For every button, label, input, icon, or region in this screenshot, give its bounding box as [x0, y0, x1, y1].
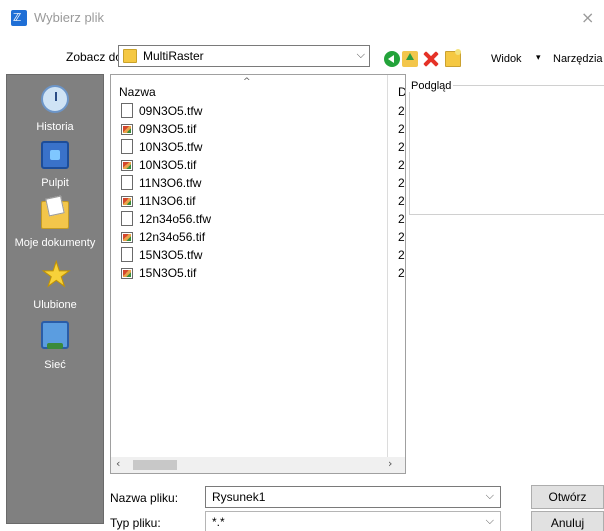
close-icon[interactable]: ×: [581, 8, 594, 27]
list-item[interactable]: 10N3O5.tif 2: [119, 156, 405, 174]
chevron-right-icon[interactable]: ›: [388, 457, 392, 470]
filename-label: Nazwa pliku:: [110, 491, 179, 505]
list-item[interactable]: 09N3O5.tif 2: [119, 120, 405, 138]
cancel-button[interactable]: Anuluj: [531, 511, 604, 531]
file-name: 09N3O5.tif: [139, 122, 197, 136]
place-label: Pulpit: [41, 177, 69, 189]
file-col2: 2: [398, 248, 405, 262]
file-col2: 2: [398, 176, 405, 190]
up-folder-icon[interactable]: [402, 51, 418, 67]
filename-value: Rysunek1: [212, 490, 266, 504]
place-label: Moje dokumenty: [14, 237, 96, 249]
back-icon[interactable]: [384, 51, 400, 67]
document-icon: [121, 211, 133, 226]
file-col2: 2: [398, 104, 405, 118]
chevron-down-icon[interactable]: ⌵: [486, 514, 494, 528]
column-header-second[interactable]: D: [398, 85, 405, 99]
filetype-select[interactable]: *.* ⌵: [205, 511, 501, 531]
window-title: Wybierz plik: [34, 10, 104, 25]
desktop-icon: [41, 141, 69, 169]
file-col2: 2: [398, 122, 405, 136]
delete-icon[interactable]: [422, 51, 440, 67]
column-header-name[interactable]: Nazwa: [119, 85, 156, 99]
image-file-icon: [121, 268, 133, 279]
network-icon: [41, 321, 69, 349]
list-item[interactable]: 09N3O5.tfw 2: [119, 102, 405, 120]
list-item[interactable]: 15N3O5.tfw 2: [119, 246, 405, 264]
file-name: 12n34o56.tfw: [139, 212, 212, 226]
view-menu-arrow-icon[interactable]: ▾: [536, 53, 541, 63]
tools-menu[interactable]: Narzędzia: [553, 53, 603, 65]
sort-up-icon: ^: [243, 77, 251, 87]
image-file-icon: [121, 196, 133, 207]
file-name: 09N3O5.tfw: [139, 104, 203, 118]
document-icon: [121, 103, 133, 118]
look-in-label: Zobacz do:: [66, 50, 126, 64]
list-item[interactable]: 12n34o56.tif 2: [119, 228, 405, 246]
app-icon: ℤ: [11, 10, 27, 26]
preview-pane: [409, 85, 604, 215]
file-name: 10N3O5.tif: [139, 158, 197, 172]
scrollbar-thumb[interactable]: [133, 460, 177, 470]
new-folder-icon[interactable]: [445, 49, 461, 67]
file-name: 15N3O5.tif: [139, 266, 197, 280]
file-col2: 2: [398, 212, 405, 226]
folder-icon: [123, 49, 137, 63]
file-col2: 2: [398, 266, 405, 280]
list-item[interactable]: 11N3O6.tfw 2: [119, 174, 405, 192]
title-bar: ℤ Wybierz plik ×: [0, 0, 604, 36]
list-item[interactable]: 15N3O5.tif 2: [119, 264, 405, 282]
my-documents-icon: [41, 201, 69, 229]
history-icon: [41, 85, 69, 113]
file-name: 15N3O5.tfw: [139, 248, 203, 262]
file-col2: 2: [398, 140, 405, 154]
image-file-icon: [121, 232, 133, 243]
file-col2: 2: [398, 230, 405, 244]
place-label: Sieć: [44, 359, 66, 371]
file-col2: 2: [398, 194, 405, 208]
document-icon: [121, 139, 133, 154]
horizontal-scrollbar[interactable]: ‹ ›: [111, 457, 405, 473]
filetype-value: *.*: [212, 515, 225, 529]
file-name: 11N3O6.tfw: [139, 176, 202, 190]
list-item[interactable]: 10N3O5.tfw 2: [119, 138, 405, 156]
file-name: 11N3O6.tif: [139, 194, 196, 208]
look-in-value: MultiRaster: [143, 49, 204, 63]
place-label: Ulubione: [33, 299, 77, 311]
document-icon: [121, 175, 133, 190]
chevron-left-icon[interactable]: ‹: [116, 457, 120, 470]
file-name: 12n34o56.tif: [139, 230, 206, 244]
document-icon: [121, 247, 133, 262]
chevron-down-icon[interactable]: ⌵: [357, 48, 365, 62]
place-label: Historia: [36, 121, 74, 133]
file-list[interactable]: Nazwa ^ D 09N3O5.tfw 2 09N3O5.tif 2 10N3…: [110, 74, 406, 474]
places-bar: Historia Pulpit Moje dokumenty ★ Ulubion…: [6, 74, 104, 524]
filename-field[interactable]: Rysunek1 ⌵: [205, 486, 501, 508]
image-file-icon: [121, 124, 133, 135]
list-item[interactable]: 11N3O6.tif 2: [119, 192, 405, 210]
preview-label: Podgląd: [409, 80, 454, 92]
favorites-star-icon: ★: [41, 255, 72, 295]
look-in-combo[interactable]: MultiRaster ⌵: [118, 45, 370, 67]
image-file-icon: [121, 160, 133, 171]
filetype-label: Typ pliku:: [110, 516, 161, 530]
view-menu[interactable]: Widok: [491, 53, 522, 65]
open-button[interactable]: Otwórz: [531, 485, 604, 509]
list-item[interactable]: 12n34o56.tfw 2: [119, 210, 405, 228]
chevron-down-icon[interactable]: ⌵: [486, 489, 494, 503]
file-name: 10N3O5.tfw: [139, 140, 203, 154]
file-col2: 2: [398, 158, 405, 172]
